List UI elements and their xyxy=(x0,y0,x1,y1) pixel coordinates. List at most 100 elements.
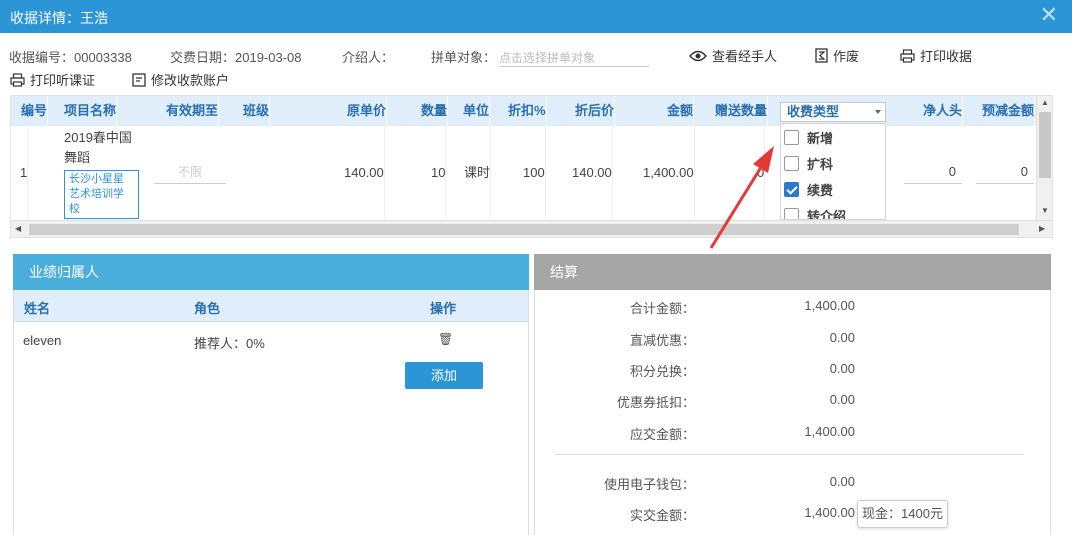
settle-value: 0.00 xyxy=(829,474,855,489)
perf-col-role: 角色 xyxy=(194,301,221,316)
pre-deduct-input[interactable]: 0 xyxy=(976,160,1034,184)
checkbox[interactable] xyxy=(784,207,799,219)
fee-type-label: 收费类型 xyxy=(787,104,840,119)
checkbox[interactable] xyxy=(784,129,799,145)
performance-panel-title: 业绩归属人 xyxy=(13,254,529,290)
close-icon[interactable]: ✕ xyxy=(1040,4,1058,26)
cell-orig-price: 140.00 xyxy=(344,127,385,219)
checkbox-checked[interactable] xyxy=(784,181,799,197)
modify-account-label: 修改收款账户 xyxy=(151,73,230,88)
option-label: 新增 xyxy=(807,130,834,146)
view-handler-button[interactable]: 查看经手人 xyxy=(689,46,777,65)
item-name: 2019春中国舞蹈 xyxy=(64,130,132,165)
school-tag: 长沙小星星艺术培训学校 xyxy=(64,170,139,219)
scroll-up-icon[interactable]: ▲ xyxy=(1041,98,1049,107)
col-pre-deduct: 预减金额 xyxy=(982,96,1036,126)
col-valid-until: 有效期至 xyxy=(166,96,220,126)
settle-label: 合计金额： xyxy=(629,301,695,316)
group-target-input[interactable]: 点击选择拼单对象 xyxy=(499,45,649,67)
fee-type-option-renew[interactable]: 续费 xyxy=(784,179,833,199)
add-button[interactable]: 添加 xyxy=(405,362,483,389)
edit-account-icon xyxy=(132,72,146,87)
settle-value: 1,400.00 xyxy=(804,505,855,520)
scroll-down-icon[interactable]: ▼ xyxy=(1041,206,1049,215)
settle-value: 0.00 xyxy=(829,361,855,376)
title-bar: 收据详情：王浩 ✕ xyxy=(0,0,1072,33)
vertical-scrollbar[interactable]: ▲ ▼ xyxy=(1036,96,1052,221)
pay-date: 交费日期：2019-03-08 xyxy=(170,50,302,65)
col-no: 编号 xyxy=(21,96,49,126)
settle-label: 直减优惠： xyxy=(629,333,695,348)
col-discount: 折扣% xyxy=(508,96,547,126)
col-item: 项目名称 xyxy=(64,96,118,126)
scroll-left-icon[interactable]: ◀ xyxy=(15,224,21,233)
perf-row-role: 推荐人：0% xyxy=(194,336,265,351)
settle-label: 实交金额： xyxy=(629,508,695,523)
divider xyxy=(555,454,1023,455)
cell-amount: 1,400.00 xyxy=(643,127,695,219)
performance-header: 姓名 角色 操作 xyxy=(14,290,528,322)
settle-value: 0.00 xyxy=(829,392,855,407)
perf-row-name: eleven xyxy=(23,333,62,348)
void-button[interactable]: 作废 xyxy=(815,46,859,65)
print-trial-button[interactable]: 打印听课证 xyxy=(10,70,95,89)
col-qty: 数量 xyxy=(421,96,449,126)
printer-icon xyxy=(900,48,915,63)
col-orig-price: 原单价 xyxy=(347,96,388,126)
valid-until-input[interactable]: 不限 xyxy=(154,160,226,184)
print-receipt-button[interactable]: 打印收据 xyxy=(900,46,972,65)
receipt-number: 收据编号：00003338 xyxy=(9,50,132,65)
cell-no: 1 xyxy=(20,127,29,219)
settle-label: 优惠券抵扣： xyxy=(616,395,695,410)
checkbox[interactable] xyxy=(784,155,799,171)
payment-tooltip: 现金：1400元 xyxy=(857,500,948,528)
fee-type-select[interactable]: 收费类型 xyxy=(780,102,886,122)
scroll-right-icon[interactable]: ▶ xyxy=(1039,224,1045,233)
option-label: 扩科 xyxy=(807,156,834,172)
group-target-label: 拼单对象： xyxy=(431,50,497,65)
perf-col-op: 操作 xyxy=(430,301,457,316)
scroll-thumb[interactable] xyxy=(1039,112,1051,178)
fee-type-option-new[interactable]: 新增 xyxy=(784,127,833,147)
col-unit: 单位 xyxy=(463,96,491,126)
fee-type-dropdown: 新增 扩科 续费 转介绍 xyxy=(780,123,886,220)
col-after-price: 折后价 xyxy=(575,96,616,126)
settle-label: 应交金额： xyxy=(629,427,695,442)
cell-discount: 100 xyxy=(523,127,546,219)
cell-item: 2019春中国舞蹈 长沙小星星艺术培训学校 xyxy=(64,128,144,219)
print-receipt-label: 打印收据 xyxy=(920,49,973,64)
view-handler-label: 查看经手人 xyxy=(712,49,778,64)
settle-label: 积分兑换： xyxy=(629,364,695,379)
print-trial-label: 打印听课证 xyxy=(30,73,96,88)
col-net-head: 净人头 xyxy=(923,96,964,126)
void-label: 作废 xyxy=(833,49,860,64)
settle-label: 使用电子钱包： xyxy=(603,477,695,492)
scroll-thumb[interactable] xyxy=(29,224,1019,235)
settlement-panel-title: 结算 xyxy=(534,254,1051,290)
option-label: 转介绍 xyxy=(807,208,847,220)
trash-icon[interactable]: 🗑 xyxy=(438,332,453,346)
settlement-panel: 合计金额： 1,400.00 直减优惠： 0.00 积分兑换： 0.00 优惠券… xyxy=(534,290,1051,535)
cell-after-price: 140.00 xyxy=(572,127,613,219)
settle-value: 1,400.00 xyxy=(804,424,855,439)
modify-account-button[interactable]: 修改收款账户 xyxy=(132,70,229,89)
grid-header: 编号 项目名称 有效期至 班级 原单价 数量 单位 折扣% 折后价 金额 赠送数… xyxy=(11,96,1052,126)
option-label: 续费 xyxy=(807,182,834,198)
fee-type-option-referral[interactable]: 转介绍 xyxy=(784,205,847,220)
perf-col-name: 姓名 xyxy=(24,301,51,316)
introducer-label: 介绍人： xyxy=(342,50,395,65)
window-title: 收据详情：王浩 xyxy=(10,10,108,26)
chevron-down-icon xyxy=(875,110,881,114)
net-head-input[interactable]: 0 xyxy=(904,160,962,184)
fee-type-option-expand[interactable]: 扩科 xyxy=(784,153,833,173)
col-gift-qty: 赠送数量 xyxy=(715,96,769,126)
col-class: 班级 xyxy=(243,96,271,126)
col-amount: 金额 xyxy=(667,96,695,126)
horizontal-scrollbar[interactable]: ◀ ▶ xyxy=(11,220,1052,237)
void-icon xyxy=(815,48,828,63)
cell-qty: 10 xyxy=(431,127,447,219)
settle-value: 1,400.00 xyxy=(804,298,855,313)
cell-unit: 课时 xyxy=(464,127,492,219)
performance-panel: 姓名 角色 操作 eleven 推荐人：0% 🗑 添加 xyxy=(13,290,529,535)
eye-icon xyxy=(689,50,707,61)
